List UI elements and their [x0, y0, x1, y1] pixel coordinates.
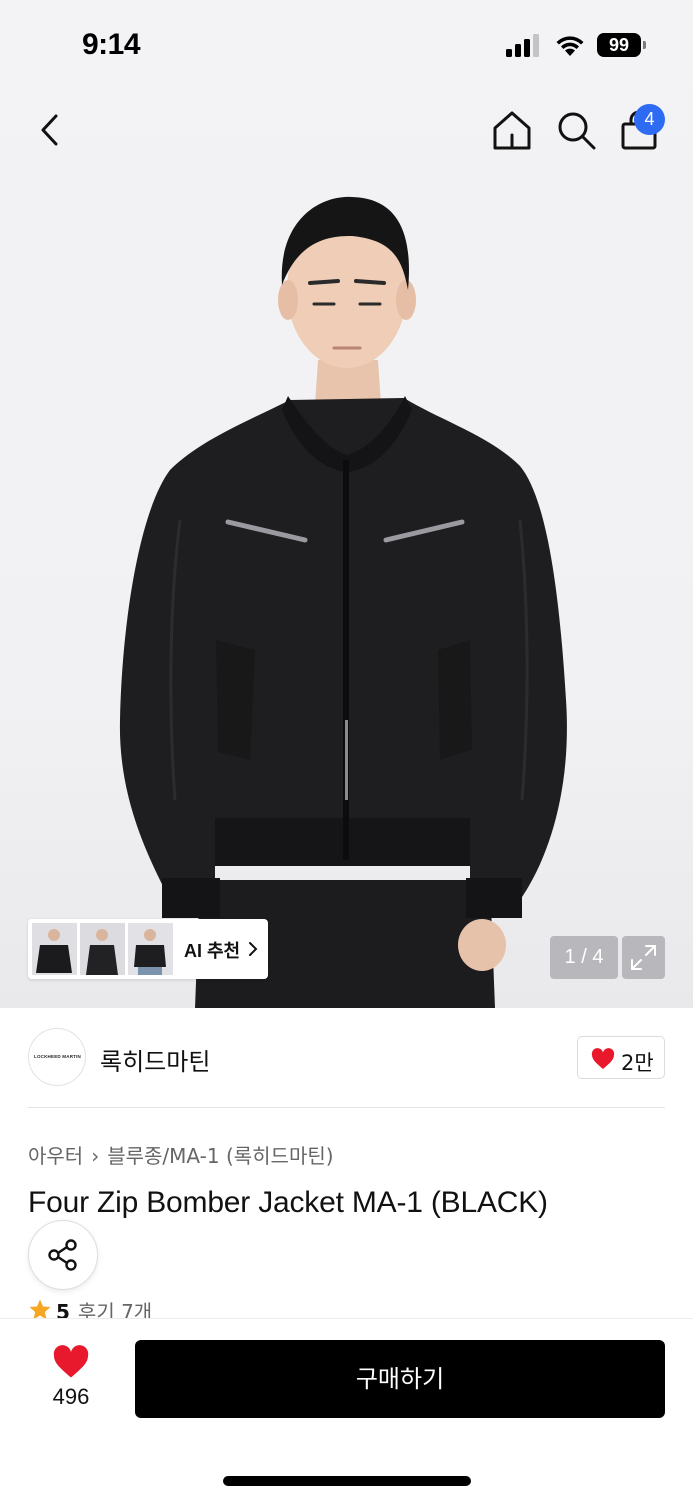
- chevron-right-icon: ›: [91, 1144, 100, 1168]
- expand-image-button[interactable]: [622, 936, 665, 979]
- ai-recommend-label: AI 추천: [184, 941, 241, 961]
- status-bar: 9:14 99: [0, 0, 693, 90]
- share-button[interactable]: [28, 1220, 98, 1290]
- heart-icon: [591, 1048, 615, 1069]
- brand-like-count: 2만: [621, 1051, 654, 1075]
- breadcrumb: 아우터 › 블루종/MA-1 (록히드마틴): [28, 1140, 334, 1169]
- buy-button[interactable]: 구매하기: [135, 1340, 665, 1418]
- chevron-right-icon: [249, 942, 258, 956]
- product-title: Four Zip Bomber Jacket MA-1 (BLACK): [28, 1186, 548, 1219]
- cart-count-badge: 4: [634, 104, 665, 135]
- back-icon[interactable]: [34, 108, 70, 152]
- home-icon[interactable]: [490, 108, 534, 152]
- share-icon: [48, 1239, 77, 1271]
- image-counter: 1 / 4: [550, 936, 618, 979]
- recommend-thumbnail: [32, 923, 77, 975]
- battery-indicator: 99: [597, 33, 647, 59]
- ai-recommend-button[interactable]: AI 추천: [28, 919, 268, 979]
- breadcrumb-subcategory[interactable]: 블루종/MA-1 (록히드마틴): [107, 1144, 333, 1168]
- brand-like-button[interactable]: 2만: [577, 1036, 665, 1079]
- brand-logo-text: LOCKHEED MARTIN: [34, 1054, 81, 1059]
- brand-name[interactable]: 록히드마틴: [100, 1042, 210, 1077]
- wishlist-heart-icon[interactable]: [52, 1345, 90, 1379]
- home-indicator: [223, 1476, 471, 1486]
- divider: [28, 1107, 665, 1108]
- expand-icon: [631, 945, 656, 970]
- status-time: 9:14: [82, 28, 141, 61]
- recommend-thumbnail: [128, 923, 173, 975]
- search-icon[interactable]: [555, 108, 599, 152]
- recommend-thumbnail: [80, 923, 125, 975]
- wifi-icon: [556, 36, 584, 56]
- brand-row: LOCKHEED MARTIN 록히드마틴 2만: [0, 1008, 693, 1108]
- brand-logo[interactable]: LOCKHEED MARTIN: [28, 1028, 86, 1086]
- wishlist-count: 496: [52, 1384, 90, 1409]
- breadcrumb-category[interactable]: 아우터: [28, 1144, 83, 1168]
- cellular-signal-icon: [506, 34, 539, 57]
- battery-level: 99: [608, 35, 630, 55]
